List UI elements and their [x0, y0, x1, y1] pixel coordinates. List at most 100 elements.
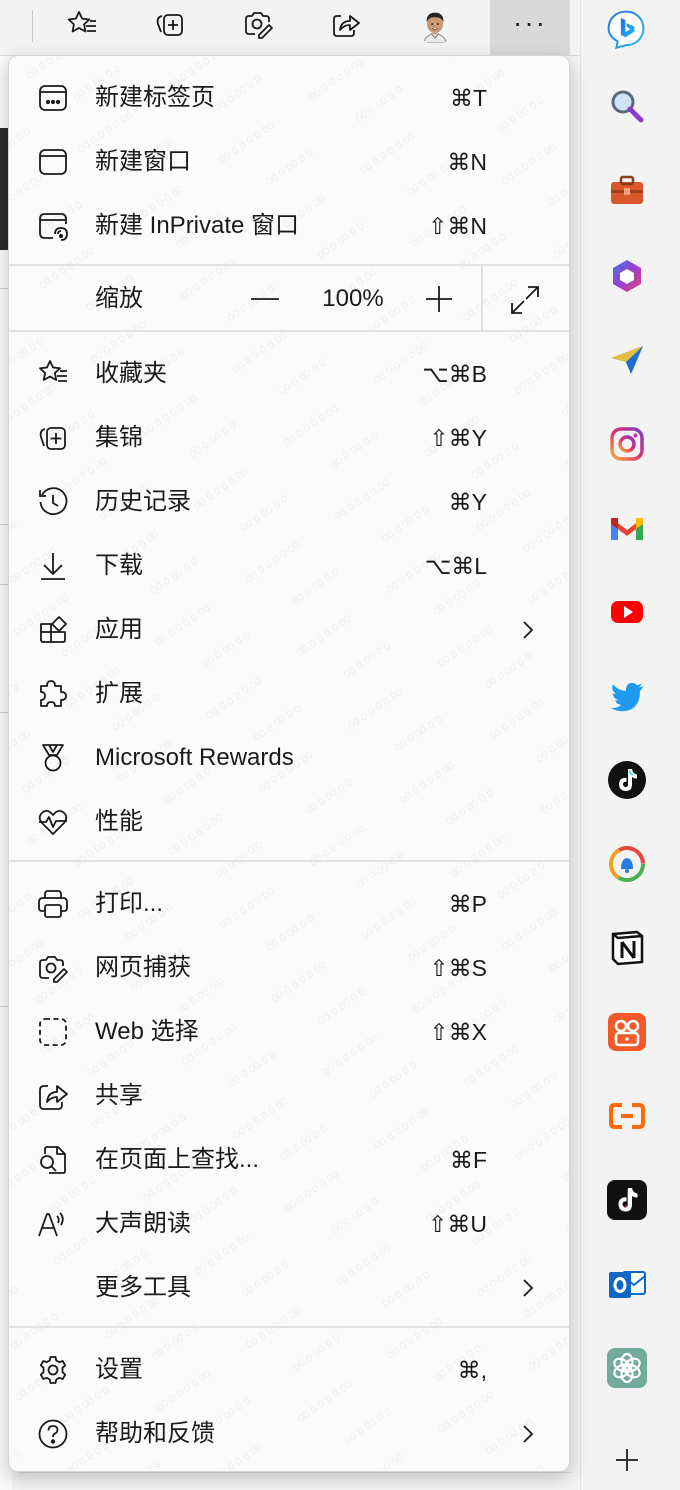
sidebar-chat-button[interactable] — [607, 845, 647, 886]
zoom-level-value: 100% — [322, 285, 384, 312]
menu-item-microsoft-rewards[interactable]: Microsoft Rewards — [9, 726, 569, 790]
bing-icon — [606, 9, 646, 54]
sidebar-send-button[interactable] — [607, 342, 647, 382]
menu-item-shortcut: ⌘F — [449, 1147, 487, 1173]
gear-icon — [37, 1354, 69, 1386]
sidebar-twitter-button[interactable] — [607, 678, 647, 718]
menu-item-label: Microsoft Rewards — [95, 744, 294, 771]
sidebar-gmail-button[interactable] — [607, 510, 647, 550]
sidebar-video-button[interactable] — [607, 1012, 647, 1057]
share-icon — [37, 1080, 69, 1112]
collections-icon — [152, 6, 188, 47]
chatgpt-icon — [607, 1347, 647, 1393]
office-icon — [607, 256, 647, 301]
menu-item-shortcut: ⌘Y — [448, 489, 487, 515]
fullscreen-button[interactable] — [505, 283, 545, 317]
menu-item-web-select[interactable]: Web 选择 ⇧⌘X — [9, 1000, 569, 1064]
menu-item-history[interactable]: 历史记录 ⌘Y — [9, 470, 569, 534]
chevron-right-icon — [523, 621, 534, 639]
menu-item-shortcut: ⌥⌘B — [422, 361, 487, 387]
web-capture-button[interactable] — [236, 6, 280, 46]
menu-item-print[interactable]: 打印... ⌘P — [9, 872, 569, 936]
sidebar-tools-button[interactable] — [607, 172, 647, 212]
sidebar-chatgpt-button[interactable] — [607, 1347, 647, 1393]
menu-item-favorites[interactable]: 收藏夹 ⌥⌘B — [9, 342, 569, 406]
menu-item-shortcut: ⌘, — [457, 1357, 487, 1383]
menu-item-label: 下载 — [95, 552, 143, 579]
share-button[interactable] — [324, 6, 368, 46]
menu-item-settings[interactable]: 设置 ⌘, — [9, 1338, 569, 1402]
menu-item-performance[interactable]: 性能 — [9, 790, 569, 854]
menu-item-label: 打印... — [95, 890, 164, 917]
more-actions-button[interactable]: ··· — [490, 0, 570, 56]
favorites-button[interactable] — [60, 6, 104, 46]
new-window-icon — [37, 146, 69, 178]
menu-item-label: 更多工具 — [95, 1274, 191, 1301]
sidebar-add-button[interactable] — [607, 1442, 647, 1482]
menu-item-label: 收藏夹 — [95, 360, 167, 387]
video-icon — [607, 1012, 647, 1057]
settings-and-more-menu: 00 0 0 0 0 00 00 0 00 0 0 新建标签页 ⌘T 新建窗口 … — [8, 55, 570, 1472]
sidebar-search-button[interactable] — [607, 88, 647, 128]
menu-item-label: 新建标签页 — [95, 84, 215, 111]
sidebar-tiktok-button[interactable] — [607, 760, 647, 805]
profile-button[interactable] — [414, 6, 458, 46]
menu-item-shortcut: ⌘N — [447, 149, 487, 175]
sidebar-instagram-button[interactable] — [607, 426, 647, 466]
menu-item-help-and-feedback[interactable]: 帮助和反馈 — [9, 1402, 569, 1466]
menu-item-shortcut: ⇧⌘X — [429, 1019, 487, 1045]
menu-item-label: 新建窗口 — [95, 148, 191, 175]
more-icon: ··· — [513, 7, 547, 38]
menu-item-share[interactable]: 共享 — [9, 1064, 569, 1128]
menu-item-find-on-page[interactable]: 在页面上查找... ⌘F — [9, 1128, 569, 1192]
menu-item-read-aloud[interactable]: 大声朗读 ⇧⌘U — [9, 1192, 569, 1256]
menu-item-new-window[interactable]: 新建窗口 ⌘N — [9, 130, 569, 194]
tiktok-icon — [607, 1179, 647, 1225]
sidebar-tiktok2-button[interactable] — [607, 1179, 647, 1225]
menu-item-web-capture[interactable]: 网页捕获 ⇧⌘S — [9, 936, 569, 1000]
notion-icon — [607, 928, 647, 973]
menu-item-extensions[interactable]: 扩展 — [9, 662, 569, 726]
menu-item-shortcut: ⌥⌘L — [424, 553, 487, 579]
sidebar-notion-button[interactable] — [607, 930, 647, 970]
menu-item-downloads[interactable]: 下载 ⌥⌘L — [9, 534, 569, 598]
sidebar-aliyun-button[interactable] — [607, 1098, 647, 1138]
zoom-out-button[interactable] — [245, 283, 285, 315]
menu-divider — [9, 330, 569, 332]
collections-button[interactable] — [148, 6, 192, 46]
rewards-medal-icon — [37, 742, 69, 774]
menu-item-label: 网页捕获 — [95, 954, 191, 981]
menu-item-collections[interactable]: 集锦 ⇧⌘Y — [9, 406, 569, 470]
collections-icon — [37, 422, 69, 454]
outlook-icon — [607, 1264, 647, 1309]
menu-item-apps[interactable]: 应用 — [9, 598, 569, 662]
menu-item-new-inprivate-window[interactable]: 新建 InPrivate 窗口 ⇧⌘N — [9, 194, 569, 258]
web-select-icon — [37, 1016, 69, 1048]
chevron-right-icon — [523, 1425, 534, 1443]
menu-item-new-tab[interactable]: 新建标签页 ⌘T — [9, 66, 569, 130]
menu-divider — [9, 1326, 569, 1328]
zoom-row: 缩放 100% — [9, 266, 569, 332]
menu-item-label: 集锦 — [95, 424, 143, 451]
menu-item-more-tools[interactable]: 更多工具 — [9, 1256, 569, 1320]
new-tab-icon — [37, 82, 69, 114]
web-capture-icon — [37, 952, 69, 984]
tiktok-icon — [607, 760, 647, 805]
sidebar-outlook-button[interactable] — [607, 1266, 647, 1306]
sidebar-youtube-button[interactable] — [607, 594, 647, 634]
youtube-icon — [607, 592, 647, 637]
find-icon — [37, 1144, 69, 1176]
toolbar-separator — [32, 10, 33, 42]
menu-divider — [9, 860, 569, 862]
menu-item-label: 新建 InPrivate 窗口 — [95, 212, 300, 239]
sidebar-office-button[interactable] — [607, 258, 647, 298]
menu-item-label: 扩展 — [95, 680, 143, 707]
favorites-icon — [64, 6, 100, 47]
menu-item-label: 大声朗读 — [95, 1210, 191, 1237]
send-icon — [607, 340, 647, 385]
menu-item-shortcut: ⇧⌘U — [428, 1211, 487, 1237]
menu-item-label: 性能 — [95, 808, 143, 835]
browser-toolbar: ··· — [0, 0, 580, 56]
zoom-in-button[interactable] — [419, 283, 459, 315]
sidebar-bing-button[interactable] — [595, 0, 657, 62]
